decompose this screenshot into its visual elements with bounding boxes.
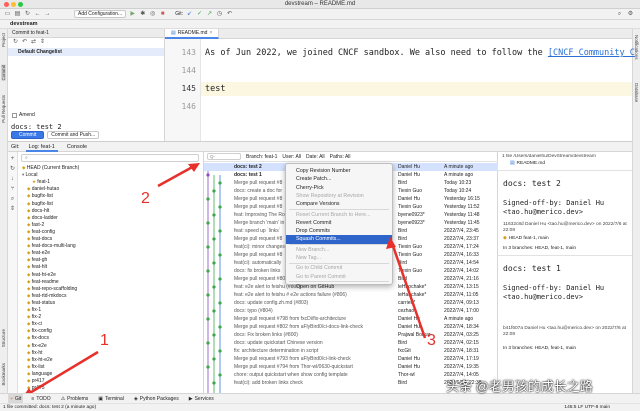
status-bar: 1 file committed: docs: test 2 (a minute…: [0, 403, 640, 411]
status-message[interactable]: 1 file committed: docs: test 2 (a minute…: [3, 405, 96, 410]
status-right[interactable]: 145:5 LF UTF-8 main: [564, 404, 610, 411]
bottom-tab-todo-label: TODO: [36, 395, 51, 402]
annotation-arrow-3: [390, 242, 427, 339]
annotation-arrow-1: [27, 350, 99, 396]
services-icon: ▶: [188, 395, 193, 402]
watermark: 头条 @老男孩的成长之路: [446, 379, 593, 394]
bottom-tab-problems-label: Problems: [67, 395, 89, 402]
list-icon: ≡: [31, 395, 35, 402]
git-branch-icon: ⑂: [10, 395, 14, 402]
bottom-tab-terminal-label: Terminal: [105, 395, 124, 402]
annotation-arrow-2: [157, 163, 197, 188]
bottom-tab-todo[interactable]: ≡ TODO: [29, 394, 52, 403]
annotation-label-2: 2: [141, 190, 150, 207]
bottom-tab-terminal[interactable]: ▣ Terminal: [96, 394, 126, 403]
bottom-tab-services-label: Services: [194, 395, 214, 402]
annotation-arrowhead-3: [386, 237, 396, 249]
bottom-tab-python-packages-label: Python Packages: [139, 395, 179, 402]
bottom-tab-python-packages[interactable]: ◈ Python Packages: [132, 394, 181, 403]
bottom-tab-problems[interactable]: ⚠ Problems: [59, 394, 91, 403]
terminal-icon: ▣: [98, 395, 104, 402]
annotation-label-3: 3: [427, 332, 436, 349]
package-icon: ◈: [133, 395, 138, 402]
bottom-tab-git-label: Git: [15, 395, 22, 402]
bottom-tab-services[interactable]: ▶ Services: [187, 394, 216, 403]
warning-icon: ⚠: [60, 395, 66, 402]
annotation-overlay: [22, 163, 427, 398]
bottom-tab-git[interactable]: ⑂ Git: [8, 394, 24, 403]
annotation-label-1: 1: [100, 332, 109, 349]
